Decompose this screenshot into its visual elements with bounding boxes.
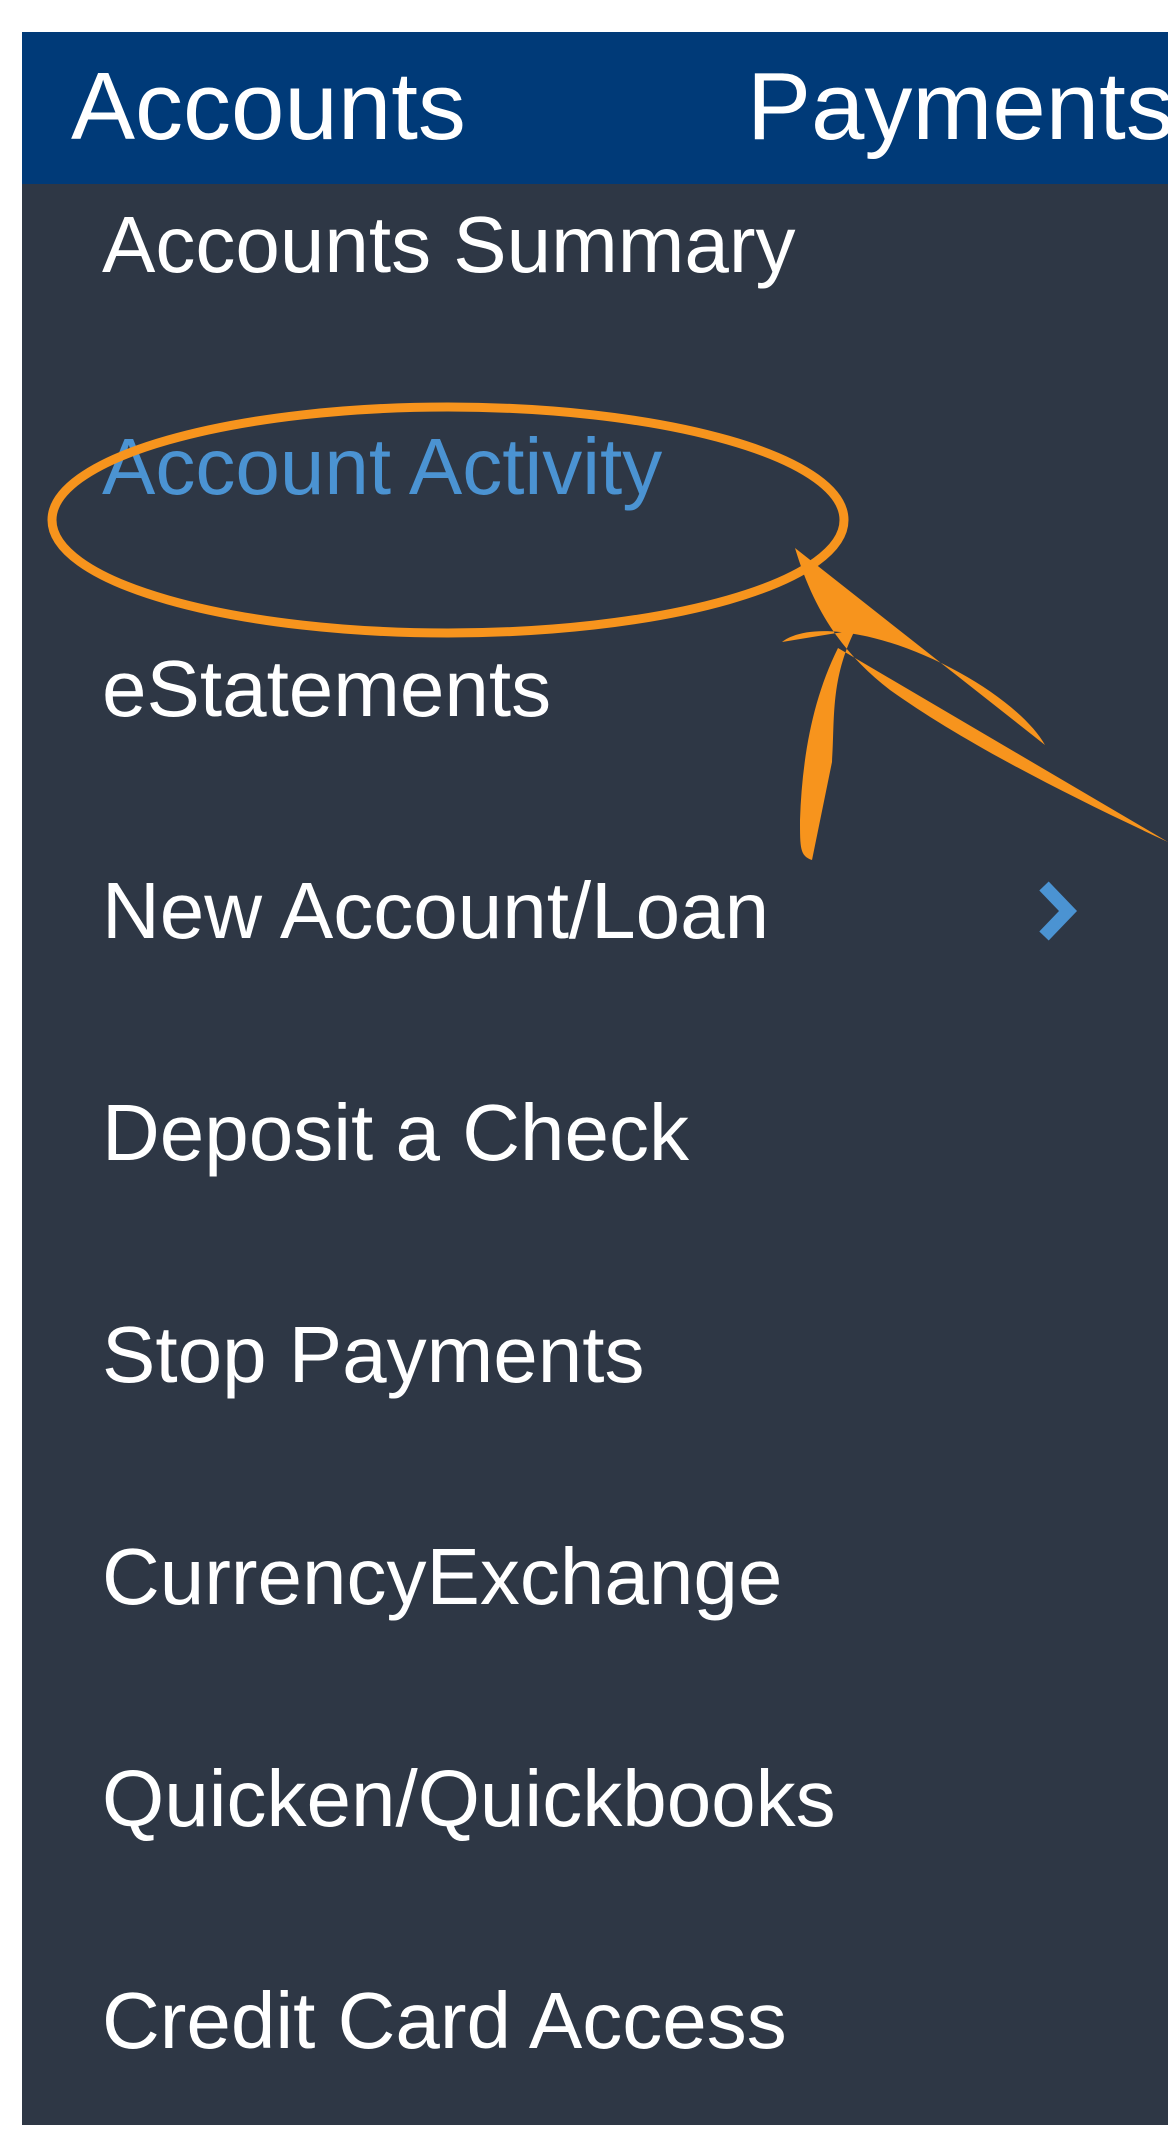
- menu-item-deposit-a-check[interactable]: Deposit a Check: [22, 1022, 1168, 1244]
- menu-item-label: Stop Payments: [102, 1310, 645, 1399]
- menu-item-currency-exchange[interactable]: CurrencyExchange: [22, 1466, 1168, 1688]
- menu-item-label: Account Activity: [102, 422, 663, 511]
- menu-item-label: Accounts Summary: [102, 200, 796, 289]
- menu-item-estatements[interactable]: eStatements: [22, 578, 1168, 800]
- accounts-menu: Accounts Payments Accounts Summary Accou…: [22, 32, 1168, 2125]
- menu-item-stop-payments[interactable]: Stop Payments: [22, 1244, 1168, 1466]
- menu-item-credit-card-access[interactable]: Credit Card Access: [22, 1910, 1168, 2132]
- menu-item-label: eStatements: [102, 644, 552, 733]
- menu-item-quicken-quickbooks[interactable]: Quicken/Quickbooks: [22, 1688, 1168, 1910]
- menu-item-accounts-summary[interactable]: Accounts Summary: [22, 134, 1168, 356]
- menu-item-label: Quicken/Quickbooks: [102, 1754, 836, 1843]
- menu-item-label: New Account/Loan: [102, 866, 770, 955]
- menu-item-new-account-loan[interactable]: New Account/Loan: [22, 800, 1168, 1022]
- menu-item-label: Deposit a Check: [102, 1088, 689, 1177]
- menu-item-label: CurrencyExchange: [102, 1532, 783, 1621]
- menu-item-account-activity[interactable]: Account Activity: [22, 356, 1168, 578]
- menu-item-label: Credit Card Access: [102, 1976, 787, 2065]
- chevron-right-icon: [1039, 881, 1078, 941]
